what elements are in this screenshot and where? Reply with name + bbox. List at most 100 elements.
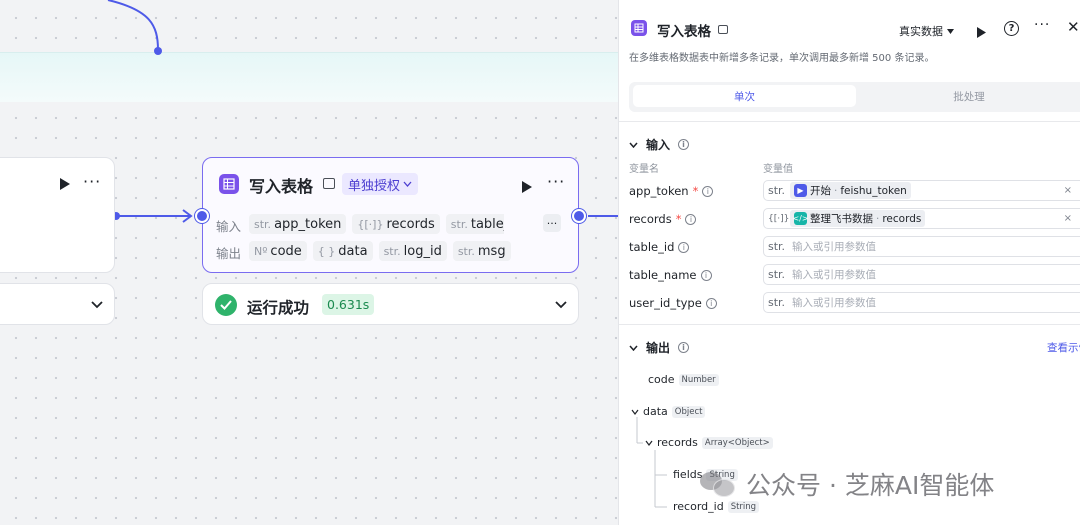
info-icon: i — [702, 185, 714, 197]
more-icon[interactable]: ··· — [83, 172, 101, 191]
type-badge: Array<Object> — [701, 436, 773, 449]
view-example-link[interactable]: 查看示例 — [1047, 340, 1080, 355]
type-badge: Object — [671, 405, 706, 418]
run-icon[interactable] — [57, 177, 71, 191]
wechat-icon — [700, 470, 736, 498]
chevron-down-icon — [629, 142, 638, 148]
output-section-header[interactable]: 输出 i — [629, 339, 690, 356]
chevron-down-icon[interactable] — [91, 301, 103, 309]
col-name-header: 变量名 — [629, 164, 659, 175]
placeholder: 输入或引用参数值 — [792, 269, 876, 281]
output-label: 输出 — [216, 246, 242, 261]
chevron-down-icon — [403, 181, 412, 187]
clear-icon[interactable]: × — [1064, 213, 1072, 224]
type-label: str. — [768, 268, 786, 281]
sync-icon — [323, 178, 335, 189]
col-value-header: 变量值 — [763, 164, 793, 175]
node-config-panel: 写入表格 真实数据 ? ··· ✕ 在多维表格数据表中新增多条记录，单次调用最多… — [618, 0, 1080, 525]
input-label: 输入 — [216, 219, 242, 234]
more-inputs-button[interactable]: ··· — [543, 214, 561, 232]
workflow-canvas[interactable]: ··· 写入表格 单独授权 ··· 输入 str. app_token {[·]}… — [0, 0, 618, 525]
input-tag-records: {[·]} records — [352, 214, 440, 234]
output-tag-data: { } data — [312, 241, 373, 261]
run-icon[interactable] — [976, 23, 986, 42]
chevron-down-icon[interactable] — [555, 301, 567, 309]
param-value-field[interactable]: str. ▶ 开始 · feishu_token × — [763, 180, 1080, 201]
tab-batch[interactable]: 批处理 — [864, 85, 1074, 107]
watermark: 公众号 · 芝麻AI智能体 — [700, 466, 994, 502]
param-name: app_token * i — [629, 184, 714, 198]
output-tag-msg: str. msg — [452, 241, 511, 261]
table-icon — [631, 20, 647, 36]
info-icon: i — [678, 241, 690, 253]
type-badge: Number — [678, 373, 719, 386]
type-badge: String — [727, 500, 760, 513]
info-icon: i — [685, 213, 697, 225]
input-tag-app-token: str. app_token — [249, 214, 347, 234]
info-icon: i — [678, 342, 690, 353]
chevron-down-icon — [645, 440, 653, 446]
auth-label: 单独授权 — [348, 178, 401, 194]
data-mode-label: 真实数据 — [899, 25, 943, 38]
param-value-field[interactable]: str. 输入或引用参数值 — [763, 264, 1080, 285]
more-icon[interactable]: ··· — [547, 172, 565, 191]
placeholder: 输入或引用参数值 — [792, 297, 876, 309]
param-value-field[interactable]: str. 输入或引用参数值 — [763, 292, 1080, 313]
panel-description: 在多维表格数据表中新增多条记录，单次调用最多新增 500 条记录。 — [629, 53, 935, 64]
clear-icon[interactable]: × — [1064, 185, 1072, 196]
chevron-down-icon — [629, 345, 638, 351]
close-icon[interactable]: ✕ — [1067, 18, 1080, 36]
output-section-title: 输出 — [646, 341, 671, 355]
info-icon: i — [705, 297, 717, 309]
output-item-records[interactable]: records Array<Object> — [645, 436, 773, 449]
table-icon — [219, 174, 239, 194]
node-output-port[interactable] — [572, 209, 586, 223]
type-label: str. — [768, 296, 786, 309]
sync-icon — [718, 25, 728, 34]
write-table-node[interactable]: 写入表格 单独授权 ··· 输入 str. app_token {[·]} reco… — [202, 157, 579, 273]
tab-single[interactable]: 单次 — [633, 85, 856, 107]
run-icon[interactable] — [521, 178, 532, 197]
node-input-port[interactable] — [195, 209, 209, 223]
start-node-icon: ▶ — [794, 184, 807, 197]
input-tag-table-id: str.table_id — [445, 214, 504, 234]
param-value-field[interactable]: str. 输入或引用参数值 — [763, 236, 1080, 257]
run-result-bar[interactable]: 运行成功 0.631s — [202, 283, 579, 325]
placeholder: 输入或引用参数值 — [792, 241, 876, 253]
duration-badge: 0.631s — [322, 294, 375, 315]
caret-down-icon — [947, 28, 954, 34]
output-item-data[interactable]: data Object — [631, 405, 706, 418]
output-tag-log-id: str. log_id — [378, 241, 447, 261]
input-section-header[interactable]: 输入 i — [629, 136, 690, 153]
node-title: 写入表格 — [249, 177, 314, 196]
param-name: table_name i — [629, 268, 712, 282]
type-label: str. — [768, 240, 786, 253]
chevron-down-icon — [631, 409, 639, 415]
input-tags: str.app_token {[·]}records str.table_id — [249, 214, 504, 234]
reference-chip[interactable]: ▶ 开始 · feishu_token — [790, 182, 911, 199]
success-icon — [215, 294, 237, 316]
watermark-text: 公众号 · 芝麻AI智能体 — [746, 471, 995, 500]
reference-chip[interactable]: </> 整理飞书数据 · records — [790, 210, 926, 227]
info-icon: i — [678, 139, 690, 150]
param-value-field[interactable]: {[·]} </> 整理飞书数据 · records × — [763, 208, 1080, 229]
previous-node[interactable]: ··· — [0, 157, 115, 273]
more-icon[interactable]: ··· — [1034, 17, 1050, 33]
data-mode-dropdown[interactable]: 真实数据 — [899, 23, 954, 39]
param-name: table_id i — [629, 240, 690, 254]
auth-dropdown[interactable]: 单独授权 — [342, 173, 419, 195]
divider — [619, 324, 1080, 325]
output-tag-code: Nº code — [249, 241, 307, 261]
output-tags: Nº code { } data str. log_id str. msg — [249, 241, 511, 261]
type-label: {[·]} — [768, 213, 790, 224]
info-icon: i — [700, 269, 712, 281]
param-name: user_id_type i — [629, 296, 717, 310]
panel-title: 写入表格 — [657, 24, 711, 40]
mode-tabs: 单次 批处理 — [629, 82, 1080, 112]
previous-node-result[interactable] — [0, 283, 115, 325]
help-icon[interactable]: ? — [1004, 21, 1019, 36]
status-text: 运行成功 — [247, 299, 310, 317]
type-label: str. — [768, 184, 786, 197]
code-node-icon: </> — [792, 212, 809, 225]
input-section-title: 输入 — [646, 138, 671, 152]
